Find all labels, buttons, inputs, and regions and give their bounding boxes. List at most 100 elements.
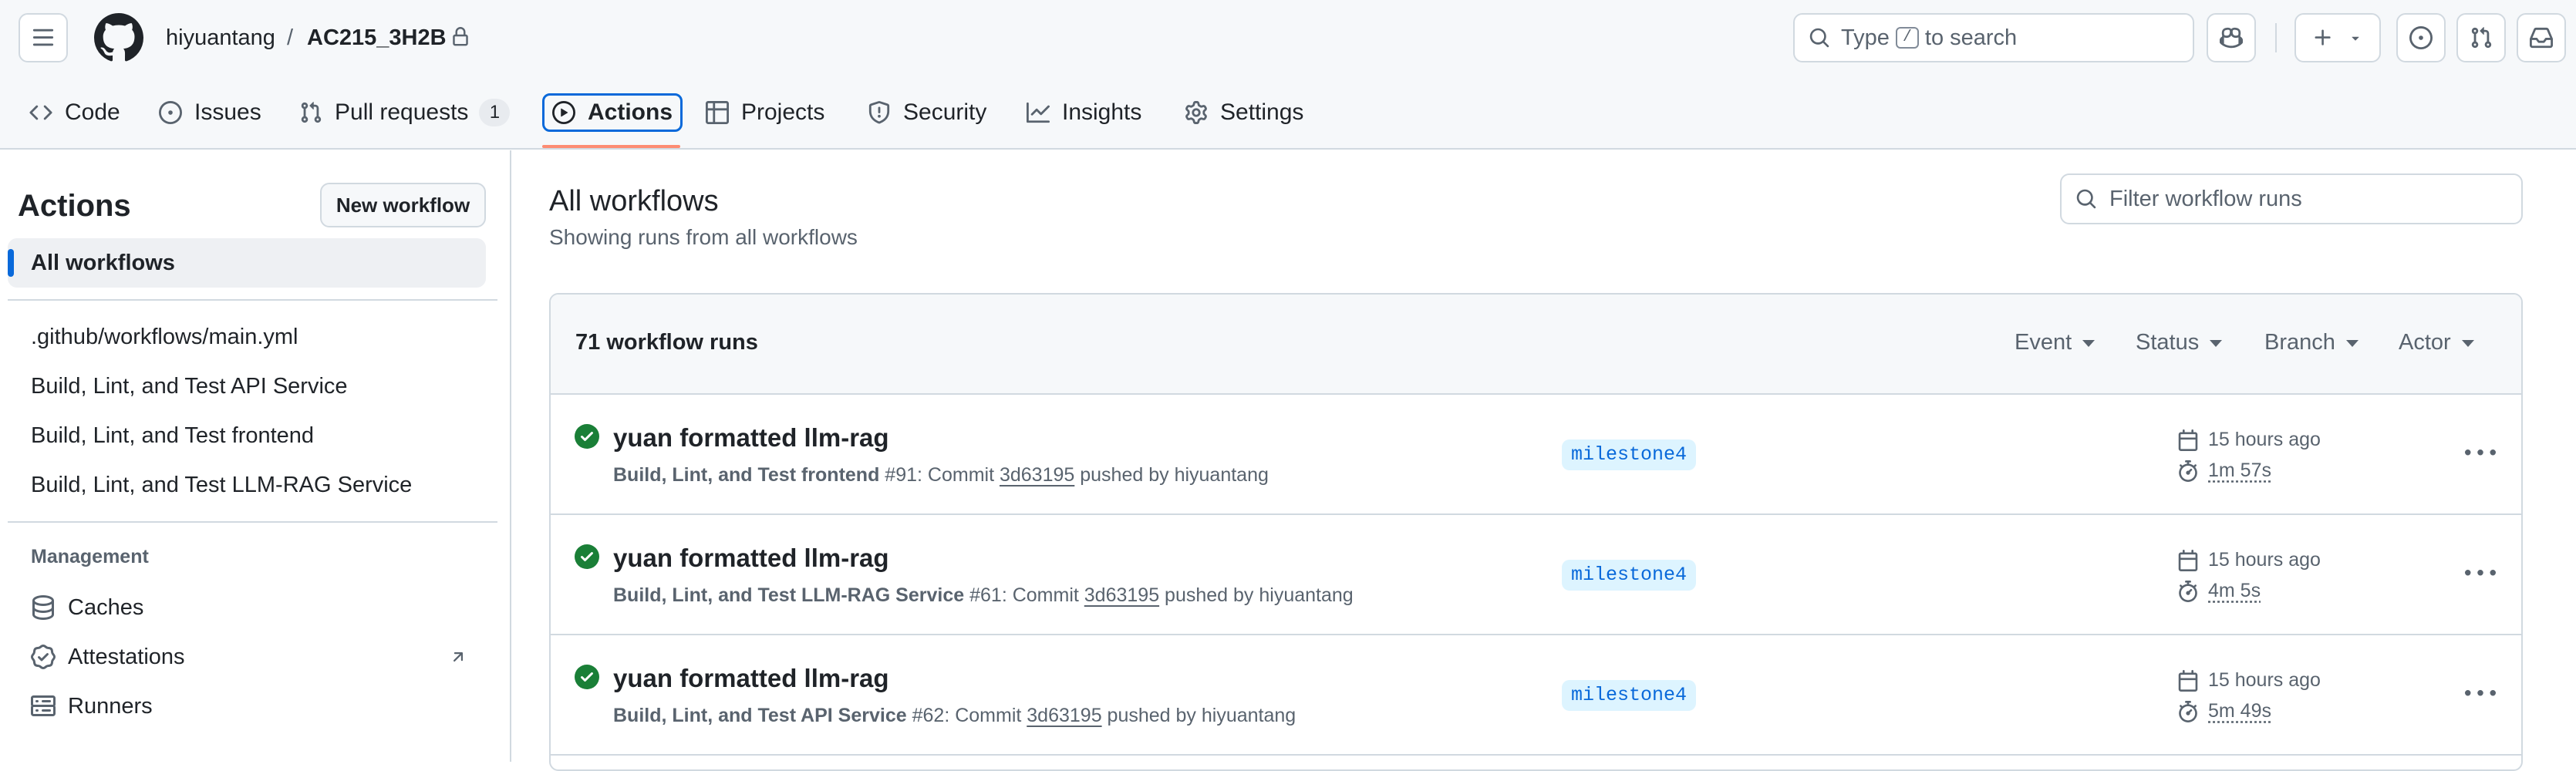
sidebar-divider [8,521,497,523]
run-timestamp-text: 15 hours ago [2208,549,2321,571]
create-new-button[interactable] [2294,13,2381,62]
run-commit-label: : Commit [1001,584,1079,606]
pull-requests-shortcut-button[interactable] [2456,13,2506,62]
run-timestamp: 15 hours ago [2177,429,2321,451]
workflow-run-row[interactable]: yuan formatted llm-rag Build, Lint, and … [551,395,2521,515]
kebab-horizontal-icon[interactable] [2462,558,2499,589]
search-icon [2075,188,2097,210]
run-timestamp: 15 hours ago [2177,549,2321,571]
global-search-input[interactable]: Type / to search [1793,13,2194,62]
status-filter-label: Status [2136,330,2200,355]
commit-sha-link[interactable]: 3d63195 [1084,584,1159,606]
run-title-link[interactable]: yuan formatted llm-rag [613,421,889,455]
graph-icon [1027,101,1050,124]
workflow-runs-header: 71 workflow runs Event Status Branch Act… [551,295,2521,395]
actor-filter-dropdown[interactable]: Actor [2399,330,2474,355]
sidebar-workflow-api-service[interactable]: Build, Lint, and Test API Service [31,371,348,402]
event-filter-dropdown[interactable]: Event [2015,330,2096,355]
run-title-link[interactable]: yuan formatted llm-rag [613,662,889,695]
hamburger-icon [32,26,55,49]
filter-workflow-runs-input[interactable]: Filter workflow runs [2060,173,2523,224]
tab-settings[interactable]: Settings [1177,93,1311,132]
copilot-icon [2220,26,2243,49]
github-logo-icon[interactable] [94,13,143,62]
workflow-runs-list: 71 workflow runs Event Status Branch Act… [549,293,2523,771]
issue-opened-icon [159,101,182,124]
run-title-link[interactable]: yuan formatted llm-rag [613,541,889,575]
commit-sha-link[interactable]: 3d63195 [1027,705,1101,726]
search-placeholder-prefix: Type [1841,25,1890,50]
menu-button[interactable] [19,13,68,62]
tab-projects[interactable]: Projects [698,93,832,132]
repo-name-link[interactable]: AC215_3H2B [307,22,447,53]
arrow-up-right-icon [449,648,467,666]
run-duration: 5m 49s [2177,700,2271,722]
calendar-icon [2177,429,2199,451]
run-pushed-by: pushed by hiyuantang [1165,584,1354,606]
code-icon [29,101,52,124]
copilot-button[interactable] [2207,13,2256,62]
new-workflow-button[interactable]: New workflow [320,183,486,227]
database-icon [31,595,56,620]
actions-sidebar: Actions New workflow All workflows .gith… [0,150,511,762]
inbox-button[interactable] [2517,13,2566,62]
branch-label[interactable]: milestone4 [1562,439,1697,470]
tab-pull-requests[interactable]: Pull requests 1 [292,93,518,132]
commit-sha-link[interactable]: 3d63195 [1000,464,1074,486]
branch-label[interactable]: milestone4 [1562,560,1697,591]
tab-code-label: Code [65,99,120,125]
run-workflow-name: Build, Lint, and Test frontend [613,464,880,486]
calendar-icon [2177,549,2199,571]
calendar-icon [2177,669,2199,692]
run-timestamp-text: 15 hours ago [2208,669,2321,691]
kebab-horizontal-icon[interactable] [2462,678,2499,709]
plus-icon [2312,27,2334,49]
tab-code[interactable]: Code [22,93,128,132]
run-number: #61 [969,584,1002,606]
workflow-run-row[interactable]: yuan formatted llm-rag Build, Lint, and … [551,635,2521,756]
sidebar-item-caches[interactable]: Caches [31,592,143,623]
status-filter-dropdown[interactable]: Status [2136,330,2223,355]
run-workflow-name: Build, Lint, and Test LLM-RAG Service [613,584,965,606]
run-commit-label: : Commit [944,705,1022,726]
tab-issues[interactable]: Issues [151,93,269,132]
search-icon [1809,27,1830,49]
tab-insights-label: Insights [1062,99,1142,125]
sidebar-workflow-main-yml[interactable]: .github/workflows/main.yml [31,322,298,352]
sidebar-item-attestations-label: Attestations [68,645,185,669]
stopwatch-icon [2177,460,2199,482]
issues-shortcut-button[interactable] [2396,13,2446,62]
breadcrumb-separator: / [287,25,294,50]
repo-owner-link[interactable]: hiyuantang [166,22,275,53]
lock-icon [450,27,470,47]
run-meta: Build, Lint, and Test LLM-RAG Service #6… [613,584,1354,607]
tab-security[interactable]: Security [860,93,994,132]
run-meta: Build, Lint, and Test frontend #91: Comm… [613,464,1269,487]
tab-pull-requests-label: Pull requests [335,99,469,125]
kebab-horizontal-icon[interactable] [2462,438,2499,469]
tab-settings-label: Settings [1220,99,1304,125]
active-tab-indicator [542,145,680,148]
sidebar-item-all-workflows-label[interactable]: All workflows [31,247,175,278]
sidebar-workflow-frontend[interactable]: Build, Lint, and Test frontend [31,420,314,451]
tab-actions[interactable]: Actions [542,93,683,132]
tab-insights[interactable]: Insights [1019,93,1149,132]
branch-filter-dropdown[interactable]: Branch [2264,330,2359,355]
run-number: #62 [912,705,945,726]
tab-issues-label: Issues [194,99,261,125]
tab-actions-label: Actions [588,99,673,125]
git-pull-request-icon [299,101,322,124]
branch-label[interactable]: milestone4 [1562,680,1697,711]
sidebar-item-runners[interactable]: Runners [31,691,153,722]
sidebar-workflow-llm-rag-service[interactable]: Build, Lint, and Test LLM-RAG Service [31,470,412,500]
run-number: #91 [885,464,918,486]
tab-projects-label: Projects [741,99,825,125]
filter-placeholder: Filter workflow runs [2109,186,2302,211]
pull-requests-count-badge: 1 [479,99,511,126]
sidebar-item-attestations[interactable]: Attestations [31,641,185,672]
run-meta: Build, Lint, and Test API Service #62: C… [613,705,1296,727]
workflow-run-row[interactable]: yuan formatted llm-rag Build, Lint, and … [551,515,2521,635]
sidebar-item-caches-label: Caches [68,595,144,620]
run-pushed-by: pushed by hiyuantang [1080,464,1269,486]
issue-opened-icon [2409,26,2433,49]
